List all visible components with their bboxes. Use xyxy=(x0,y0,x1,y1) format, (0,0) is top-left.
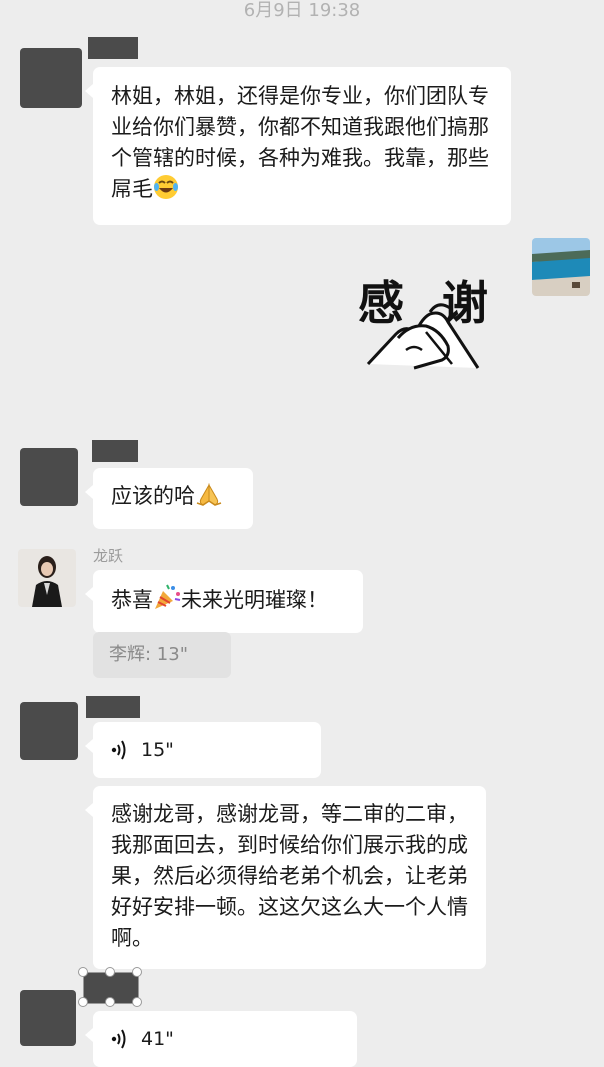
message-bubble[interactable]: 应该的哈 xyxy=(85,468,253,529)
tears-of-joy-emoji xyxy=(153,174,179,209)
sender-name: 龙跃 xyxy=(93,547,124,565)
voice-wave-icon xyxy=(111,740,126,760)
thanks-sticker[interactable]: 感 谢 xyxy=(356,272,490,382)
quoted-message[interactable]: 李辉: 13" xyxy=(93,632,231,678)
avatar-redacted[interactable] xyxy=(20,702,78,760)
message-timestamp: 6月9日 19:38 xyxy=(243,0,361,21)
voice-message[interactable]: 41" xyxy=(85,1011,357,1067)
sender-name-redacted xyxy=(92,440,138,462)
message-text: 应该的哈 xyxy=(111,484,195,508)
message-text: 感谢龙哥，感谢龙哥，等二审的二审，我那面回去，到时候给你们展示我的成果，然后必须… xyxy=(111,802,468,950)
quoted-voice-text: 李辉: 13" xyxy=(109,644,188,665)
voice-duration: 41" xyxy=(141,1027,174,1050)
message-text: 恭喜 xyxy=(111,588,153,612)
message-text: 未来光明璀璨！ xyxy=(181,588,328,612)
selection-handle[interactable] xyxy=(78,997,88,1007)
finger-heart-icon xyxy=(366,303,480,370)
party-popper-emoji xyxy=(153,583,181,620)
selection-handle[interactable] xyxy=(132,967,142,977)
message-bubble[interactable]: 林姐，林姐，还得是你专业，你们团队专业给你们暴赞，你都不知道我跟他们搞那个管辖的… xyxy=(85,67,511,225)
self-avatar[interactable] xyxy=(532,238,590,296)
message-bubble[interactable]: 恭喜 未来光明璀璨！ xyxy=(85,570,363,633)
sender-name-redacted xyxy=(88,37,138,59)
selection-handle[interactable] xyxy=(105,967,115,977)
avatar-redacted[interactable] xyxy=(20,48,82,108)
selection-handle[interactable] xyxy=(132,997,142,1007)
avatar-redacted[interactable] xyxy=(20,990,76,1046)
selection-handle[interactable] xyxy=(78,967,88,977)
sender-name-redacted xyxy=(86,696,140,718)
voice-duration: 15" xyxy=(141,738,174,761)
selection-handle[interactable] xyxy=(105,997,115,1007)
voice-wave-icon xyxy=(111,1029,126,1049)
avatar-longyue[interactable] xyxy=(18,549,76,607)
avatar-redacted[interactable] xyxy=(20,448,78,506)
voice-message[interactable]: 15" xyxy=(85,722,321,778)
message-bubble[interactable]: 感谢龙哥，感谢龙哥，等二审的二审，我那面回去，到时候给你们展示我的成果，然后必须… xyxy=(85,786,486,969)
pray-emoji xyxy=(195,481,223,516)
